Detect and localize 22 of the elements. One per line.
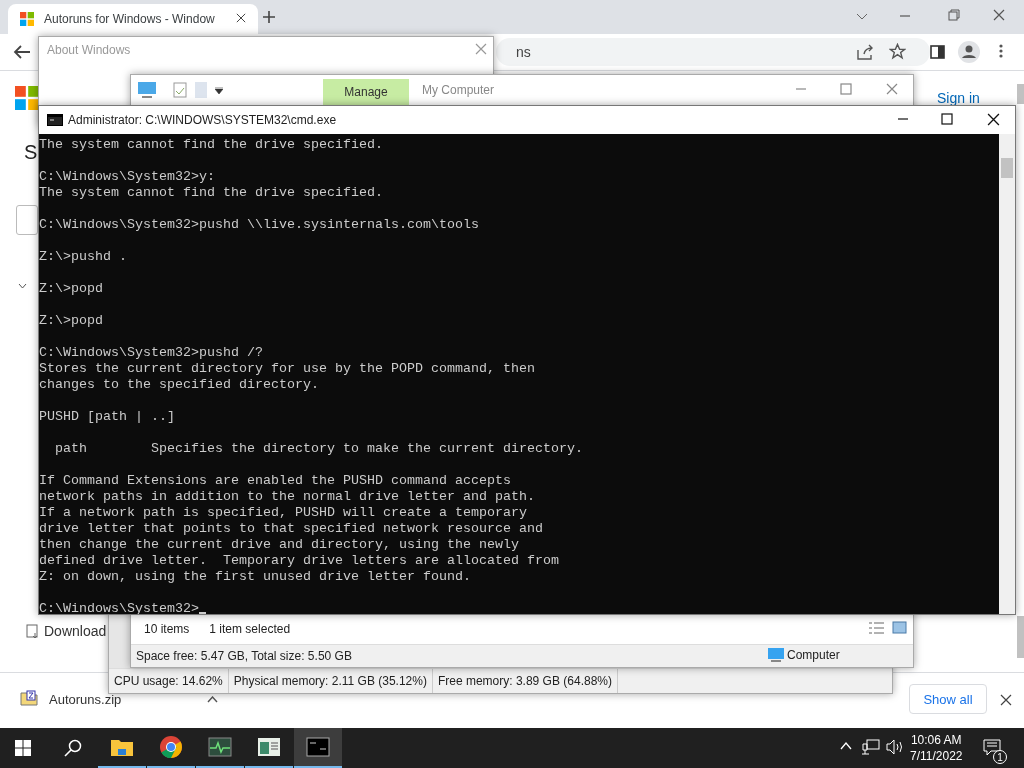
window-title: About Windows [47,43,131,57]
window-title: My Computer [422,83,495,97]
ribbon-tab[interactable]: Manage [323,79,409,105]
window-title: Administrator: C:\WINDOWS\SYSTEM32\cmd.exe [68,113,337,127]
location-label: Computer [787,648,840,662]
clock-date[interactable]: 7/11/2022 [910,748,963,764]
status-text: Space free: 5.47 GB, Total size: 5.50 GB [135,648,353,665]
clock-time[interactable]: 10:06 AM [910,732,962,748]
download-heading: Download [44,623,107,639]
console-output: The system cannot find the drive specified. C:\Windows\System32>y: The system cannot find the drive specified. C:\Windows\System32>pushd \\live.sysinternals.com\tools Z:\>pushd . Z:\>popd Z:\>popd C:\Windows\System32>pushd /? Stores the current directory for use by the POPD command, then changes to the specified directory. PUSHD [path | ..] path Specifies the directory to make the current directory. If Command Extensions are enabled the PUSHD command accepts network paths in addition to the normal drive letter and path. If a network path is specified, PUSHD will create a temporary drive letter that points to that specified network resource and then change the current drive and directory, using the newly defined drive letter. Temporary drive letters are allocated from Z: on down, using the first unused drive letter found. [39,137,583,585]
status-text: Free memory: 3.89 GB (64.88%) [432,669,618,693]
console-prompt: C:\Windows\System32> [39,601,199,614]
download-item[interactable]: Autoruns.zip [49,692,122,707]
item-count: 10 items [144,622,190,636]
browser-tab[interactable]: Autoruns for Windows - Window [8,4,258,34]
show-all-button[interactable]: Show all [909,684,987,714]
status-text: CPU usage: 14.62% [109,669,229,693]
page-heading: S [24,141,38,164]
address-bar[interactable]: ns [496,38,930,66]
sign-in-link[interactable]: Sign in [937,90,980,106]
status-text: Physical memory: 2.11 GB (35.12%) [228,669,433,693]
selection-count: 1 item selected [209,622,291,636]
